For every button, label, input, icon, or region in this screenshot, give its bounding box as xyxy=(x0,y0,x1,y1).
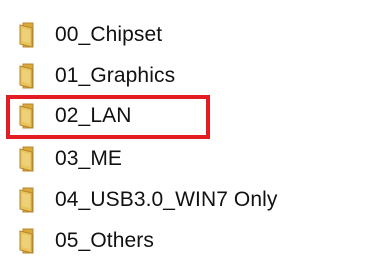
folder-label: 03_ME xyxy=(55,147,123,170)
folder-icon xyxy=(19,146,34,172)
folder-list: 00_Chipset 01_Graphics 02_LAN 03_ME 04_U… xyxy=(0,0,378,264)
folder-03-me[interactable]: 03_ME xyxy=(18,144,122,174)
folder-icon xyxy=(19,63,34,89)
folder-icon xyxy=(19,228,34,254)
folder-01-graphics[interactable]: 01_Graphics xyxy=(18,61,175,91)
folder-label: 01_Graphics xyxy=(55,64,176,87)
folder-04-usb3-win7-only[interactable]: 04_USB3.0_WIN7 Only xyxy=(18,185,278,215)
folder-icon xyxy=(19,187,34,213)
folder-label: 00_Chipset xyxy=(55,23,163,46)
folder-05-others[interactable]: 05_Others xyxy=(18,226,154,256)
folder-label: 05_Others xyxy=(55,229,154,252)
folder-label: 02_LAN xyxy=(55,104,132,127)
folder-icon xyxy=(19,22,34,48)
folder-icon xyxy=(19,103,34,129)
folder-00-chipset[interactable]: 00_Chipset xyxy=(18,20,162,50)
folder-label: 04_USB3.0_WIN7 Only xyxy=(55,188,278,211)
folder-02-lan[interactable]: 02_LAN xyxy=(18,101,132,131)
